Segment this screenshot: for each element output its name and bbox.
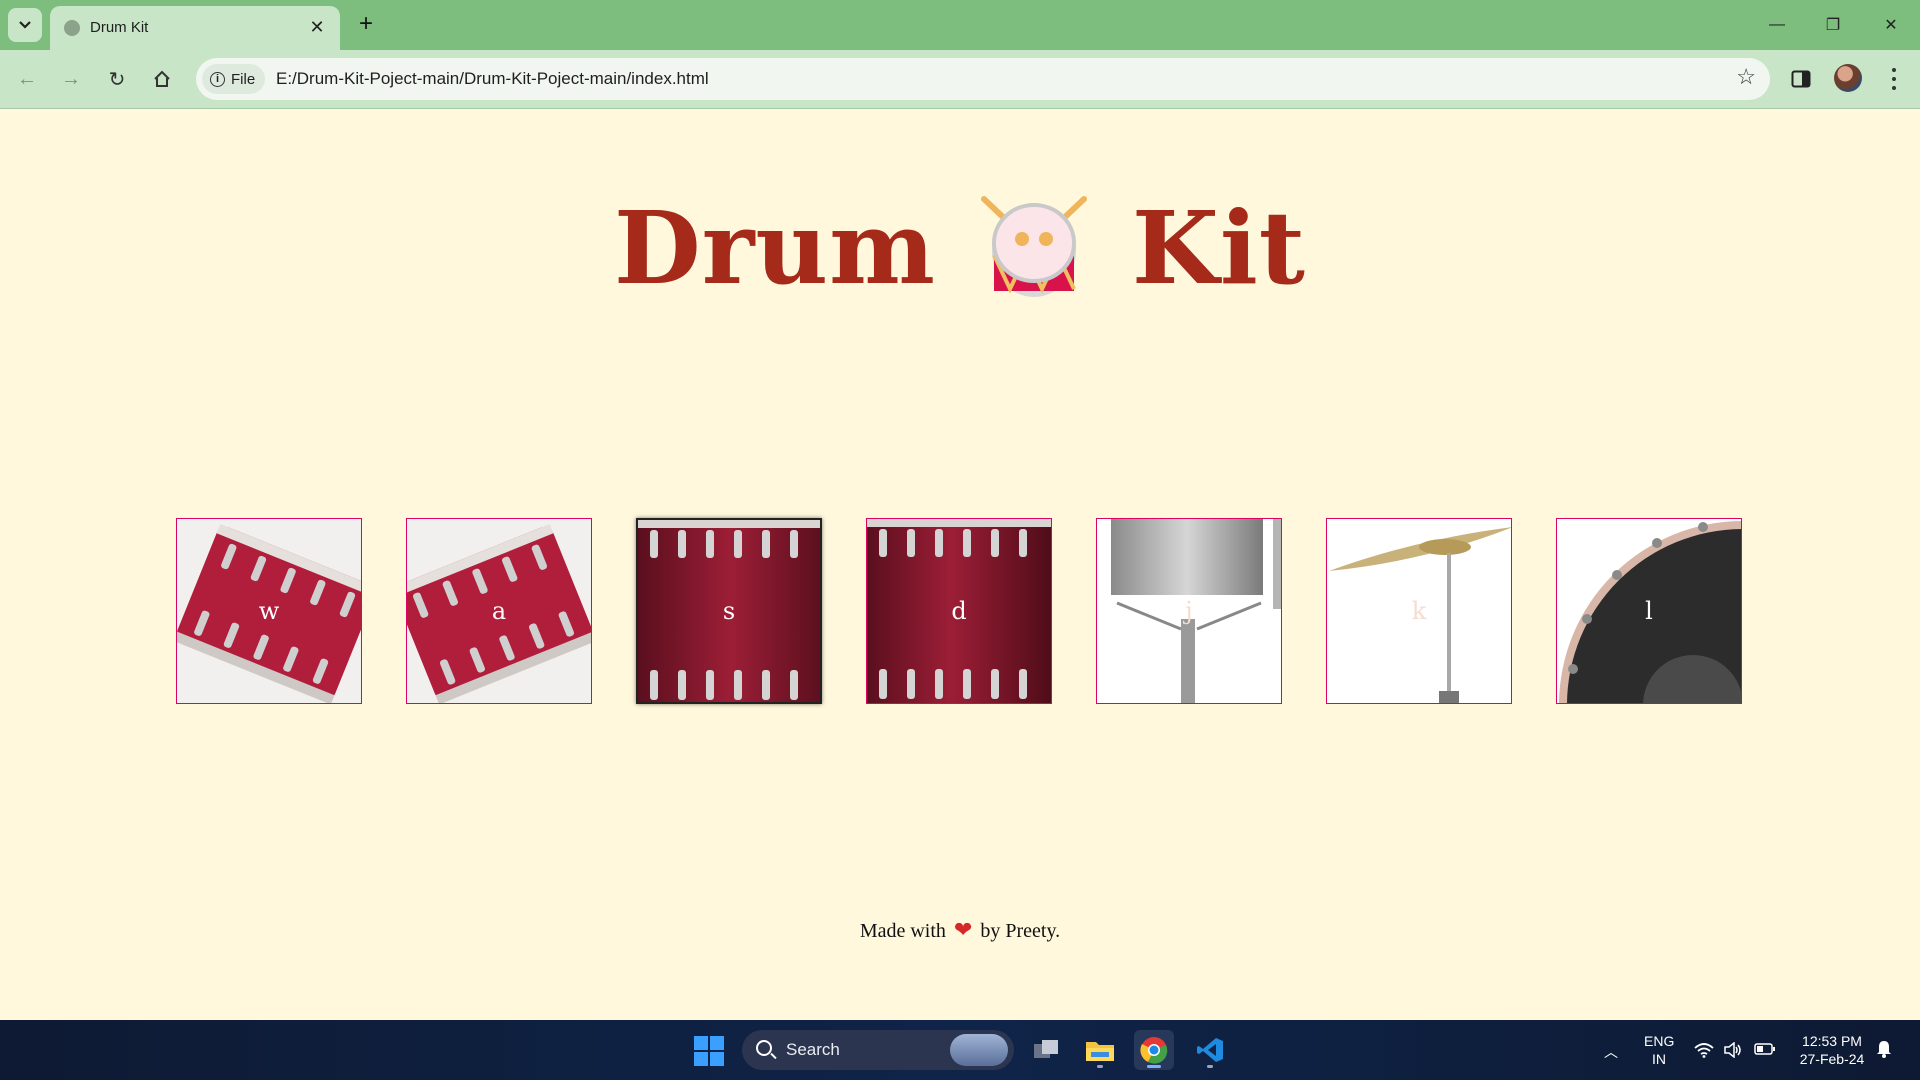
side-panel-icon[interactable] xyxy=(1788,66,1814,92)
drum-button-a[interactable]: a xyxy=(406,518,592,704)
close-tab-icon[interactable]: ✕ xyxy=(306,16,328,38)
site-info-chip[interactable]: i File xyxy=(202,64,266,94)
drum-key-label: j xyxy=(1185,597,1193,625)
page-content: Drum Kit w a s d j k l Made with ❤ by Pr… xyxy=(0,109,1920,1020)
drum-key-label: s xyxy=(722,597,736,625)
clock[interactable]: 12:53 PM 27-Feb-24 xyxy=(1792,1032,1872,1068)
language-indicator[interactable]: ENG IN xyxy=(1644,1032,1674,1068)
menu-kebab-icon[interactable] xyxy=(1884,66,1904,92)
vscode-icon[interactable] xyxy=(1190,1030,1230,1070)
back-icon[interactable]: ← xyxy=(12,64,42,94)
drum-button-k[interactable]: k xyxy=(1326,518,1512,704)
reload-icon[interactable]: ↻ xyxy=(102,64,132,94)
task-view-icon[interactable] xyxy=(1026,1030,1066,1070)
globe-icon xyxy=(64,20,80,36)
search-highlight-image xyxy=(950,1034,1008,1066)
page-title: Drum Kit xyxy=(0,189,1920,307)
taskbar-search[interactable]: Search xyxy=(742,1030,1014,1070)
page-footer: Made with ❤ by Preety. xyxy=(0,917,1920,943)
forward-icon[interactable]: → xyxy=(56,64,86,94)
info-icon: i xyxy=(210,71,225,87)
windows-taskbar: Search ︿ ENG IN 12:53 PM 27-Feb-24 xyxy=(0,1020,1920,1080)
battery-icon[interactable] xyxy=(1754,1042,1776,1060)
drum-key-label: k xyxy=(1411,597,1427,625)
browser-toolbar: ← → ↻ i File E:/Drum-Kit-Poject-main/Dru… xyxy=(0,50,1920,109)
search-icon xyxy=(756,1040,772,1056)
windows-start-icon[interactable] xyxy=(694,1036,724,1066)
drum-key-label: d xyxy=(951,597,967,625)
region-code: IN xyxy=(1652,1051,1666,1067)
profile-avatar[interactable] xyxy=(1834,64,1862,92)
url-text[interactable]: E:/Drum-Kit-Poject-main/Drum-Kit-Poject-… xyxy=(276,69,709,89)
drum-button-l[interactable]: l xyxy=(1556,518,1742,704)
browser-tab-strip: Drum Kit ✕ + — ❐ ✕ xyxy=(0,0,1920,50)
wifi-icon[interactable] xyxy=(1694,1042,1714,1062)
drum-button-s[interactable]: s xyxy=(636,518,822,704)
notification-bell-icon[interactable] xyxy=(1876,1040,1892,1062)
heart-icon: ❤ xyxy=(953,917,973,942)
drum-button-d[interactable]: d xyxy=(866,518,1052,704)
title-word-kit: Kit xyxy=(1131,189,1306,307)
app-indicator xyxy=(1097,1065,1103,1068)
restore-icon[interactable]: ❐ xyxy=(1818,12,1848,38)
footer-text-before: Made with xyxy=(859,920,946,942)
app-indicator xyxy=(1207,1065,1213,1068)
app-indicator xyxy=(1147,1065,1161,1068)
close-window-icon[interactable]: ✕ xyxy=(1876,12,1906,38)
drum-button-j[interactable]: j xyxy=(1096,518,1282,704)
site-info-label: File xyxy=(231,70,256,88)
chevron-up-icon[interactable]: ︿ xyxy=(1604,1042,1618,1062)
drum-key-label: l xyxy=(1645,597,1653,625)
chevron-down-icon xyxy=(19,21,31,29)
drum-key-label: w xyxy=(258,597,280,625)
drum-emoji-icon xyxy=(980,196,1087,297)
bookmark-star-icon[interactable]: ☆ xyxy=(1736,64,1756,90)
file-explorer-icon[interactable] xyxy=(1080,1030,1120,1070)
clock-time: 12:53 PM xyxy=(1802,1033,1862,1049)
language-code: ENG xyxy=(1644,1033,1675,1049)
title-word-drum: Drum xyxy=(613,189,936,307)
new-tab-button[interactable]: + xyxy=(352,10,380,38)
clock-date: 27-Feb-24 xyxy=(1799,1051,1865,1067)
drum-button-w[interactable]: w xyxy=(176,518,362,704)
tab-search-button[interactable] xyxy=(8,8,42,42)
minimize-icon[interactable]: — xyxy=(1762,12,1792,38)
volume-icon[interactable] xyxy=(1724,1041,1742,1062)
address-bar[interactable]: i File E:/Drum-Kit-Poject-main/Drum-Kit-… xyxy=(196,58,1770,100)
home-icon[interactable] xyxy=(147,64,177,94)
footer-text-after: by Preety. xyxy=(980,920,1061,942)
search-label: Search xyxy=(786,1040,840,1059)
browser-tab[interactable]: Drum Kit ✕ xyxy=(50,6,340,50)
drum-key-label: a xyxy=(491,597,507,625)
chrome-icon[interactable] xyxy=(1134,1030,1174,1070)
tab-title: Drum Kit xyxy=(90,19,149,36)
